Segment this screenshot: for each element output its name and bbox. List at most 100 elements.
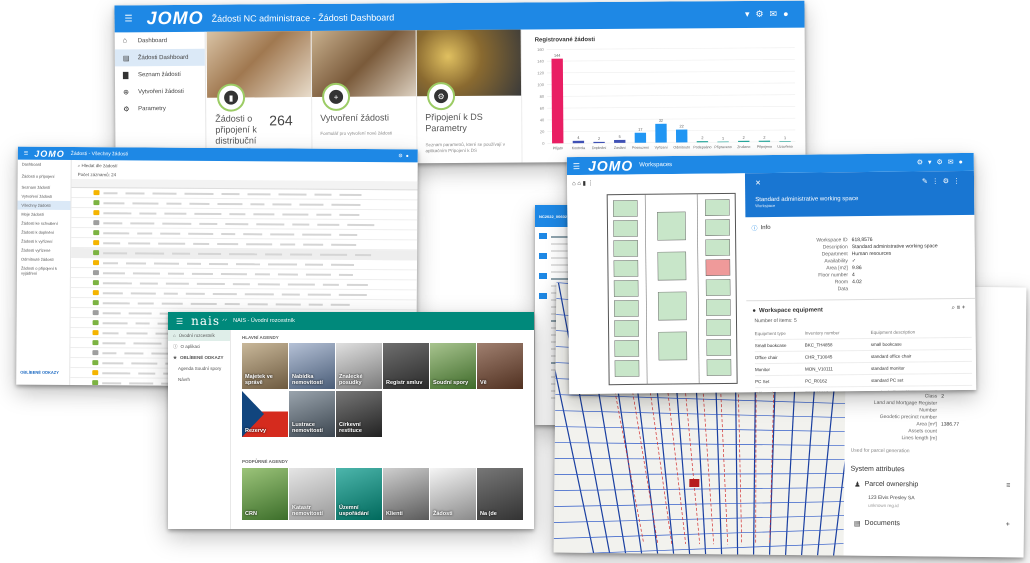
menu-dots-icon[interactable]: ≡: [1006, 482, 1010, 490]
menu-icon[interactable]: ☰: [176, 317, 183, 326]
plan-room[interactable]: [705, 259, 731, 276]
card-parametry[interactable]: ⚙ Připojení k DS Parametry Seznam parame…: [416, 29, 523, 164]
sidebar-item[interactable]: Dashboard: [18, 160, 71, 169]
bar[interactable]: [675, 129, 688, 143]
sidebar-item-dashboard[interactable]: ⌂ Dashboard: [115, 32, 205, 50]
map-marker[interactable]: [689, 478, 700, 488]
sidebar-item-navrh[interactable]: Návrh: [168, 374, 230, 385]
sidebar-item[interactable]: Vytvoření žádosti: [17, 192, 70, 201]
bar[interactable]: [614, 139, 626, 143]
bar[interactable]: [738, 140, 750, 143]
table-cell-placeholder: [165, 282, 189, 285]
plan-room[interactable]: [613, 260, 639, 277]
table-cell-placeholder: [102, 371, 131, 374]
sidebar-item[interactable]: Seznam žádostí: [18, 183, 71, 192]
agenda-tile[interactable]: Nabídka nemovitostí: [289, 343, 335, 389]
bar[interactable]: [634, 132, 647, 143]
agenda-tile[interactable]: Soudní spory: [430, 343, 476, 389]
bar[interactable]: [572, 140, 585, 144]
plan-room[interactable]: [706, 319, 731, 336]
support-tile[interactable]: Územní uspořádání: [336, 468, 382, 520]
agenda-tile[interactable]: Lustrace nemovitostí: [289, 391, 335, 437]
plan-room[interactable]: [612, 200, 638, 217]
plan-room[interactable]: [614, 360, 640, 377]
sidebar-item-o-aplikaci[interactable]: ⓘ O aplikaci: [168, 341, 230, 352]
sidebar-item-rozcestnik[interactable]: ⌂ Úvodní rozcestník: [168, 330, 230, 341]
bar[interactable]: [758, 140, 771, 142]
support-tile[interactable]: Katastr nemovitostí: [289, 468, 335, 520]
agenda-tile[interactable]: Registr smluv: [383, 343, 429, 389]
user-icon[interactable]: ●: [783, 9, 795, 19]
info-section[interactable]: ⓘ Info: [751, 221, 974, 233]
plan-room[interactable]: [704, 199, 730, 216]
sidebar-item[interactable]: Žádosti o připojení: [18, 169, 71, 183]
menu-icon[interactable]: ☰: [24, 150, 29, 156]
sidebar-item-zadosti-dashboard[interactable]: ▤ Žádosti Dashboard: [114, 48, 205, 67]
floor-plan[interactable]: ⌂ ⌂ ▮ ⋮: [566, 173, 748, 395]
owner-name: 123 Elvis Presley SA: [868, 494, 915, 502]
menu-icon[interactable]: ☰: [573, 161, 580, 170]
support-tile[interactable]: Klienti: [383, 468, 429, 520]
close-icon[interactable]: ✕: [755, 179, 761, 187]
plan-room[interactable]: [706, 299, 731, 316]
status-badge: [92, 270, 99, 276]
sidebar-item-agenda[interactable]: Agenda Soudní spory: [168, 363, 230, 374]
card-vytvoreni[interactable]: + Vytvoření žádosti Formulář pro vytvoře…: [311, 30, 418, 165]
card-zadosti[interactable]: ▮ Žádosti o připojení k distribuční sous…: [206, 31, 313, 165]
search-icon[interactable]: ⌕ ≡ +: [952, 305, 966, 312]
parcel-ownership[interactable]: ♟ Parcel ownership ≡: [854, 481, 1024, 491]
bar[interactable]: [551, 58, 564, 144]
sidebar-item[interactable]: Moje žádosti: [17, 210, 70, 219]
bar[interactable]: [655, 123, 667, 143]
bar[interactable]: [779, 141, 791, 142]
cart-icon[interactable]: ▾: [745, 9, 756, 19]
agenda-tile[interactable]: Znalecké posudky: [336, 343, 382, 389]
equipment-section[interactable]: ● Workspace equipment ⌕ ≡ +: [752, 305, 975, 314]
settings-icon[interactable]: ⚙: [755, 9, 769, 19]
agenda-tile[interactable]: Církevní restituce: [336, 391, 382, 437]
support-tile[interactable]: Na (de: [477, 468, 523, 520]
plan-room[interactable]: [614, 320, 639, 337]
edit-icons[interactable]: ✎⋮⚙⋮: [922, 177, 964, 185]
plan-room[interactable]: [613, 220, 638, 237]
sidebar-item[interactable]: Žádosti k vyřízení: [17, 237, 70, 246]
bar[interactable]: [717, 141, 729, 143]
plan-room[interactable]: [613, 280, 639, 297]
sidebar-item-oblibene[interactable]: ★ OBLÍBENÉ ODKAZY: [168, 352, 230, 363]
support-tile[interactable]: CRN: [242, 468, 288, 520]
plan-room[interactable]: [657, 211, 686, 241]
plan-room[interactable]: [614, 340, 640, 357]
sidebar-item[interactable]: Odmítnuté žádosti: [17, 255, 70, 264]
sidebar-item[interactable]: Žádosti k doplnění: [17, 228, 70, 237]
plan-room[interactable]: [613, 240, 639, 257]
agenda-tile[interactable]: Vě: [477, 343, 523, 389]
system-attributes[interactable]: System attributes: [850, 466, 1024, 475]
support-tile[interactable]: Žádosti: [430, 468, 476, 520]
notifications-icon[interactable]: ✉: [770, 9, 784, 19]
plan-room[interactable]: [657, 251, 687, 281]
plan-room[interactable]: [658, 331, 688, 361]
plan-room[interactable]: [705, 219, 730, 236]
plan-room[interactable]: [705, 239, 731, 256]
plan-room[interactable]: [614, 300, 639, 317]
agenda-tile[interactable]: Majetek ve správě: [242, 343, 288, 389]
sidebar-item[interactable]: Žádosti ke schválení: [17, 219, 70, 228]
sidebar-item[interactable]: Žádosti vyřízené: [17, 246, 70, 255]
bar[interactable]: [593, 141, 605, 144]
x-tick-label: Zaslání: [614, 146, 626, 150]
sidebar-item[interactable]: Žádosti o připojení k vyjádření: [17, 264, 70, 278]
plan-room[interactable]: [706, 359, 732, 376]
plan-room[interactable]: [705, 279, 731, 296]
tile-label: Klienti: [386, 511, 403, 517]
menu-icon[interactable]: ☰: [125, 13, 133, 24]
plan-room[interactable]: [657, 291, 687, 321]
bar[interactable]: [696, 141, 709, 143]
sidebar-item-vytvoreni[interactable]: ⊕ Vytvoření žádosti: [115, 83, 205, 101]
plan-room[interactable]: [706, 339, 732, 356]
sidebar-item[interactable]: Všechny žádosti: [17, 200, 71, 210]
agenda-tile[interactable]: Rezervy: [242, 391, 288, 437]
add-icon[interactable]: +: [1006, 521, 1010, 529]
sidebar-item-seznam[interactable]: ▇ Seznam žádostí: [115, 66, 205, 84]
documents-section[interactable]: ▤ Documents +: [854, 520, 1024, 530]
sidebar-item-parametry[interactable]: ⚙ Parametry: [115, 100, 205, 118]
